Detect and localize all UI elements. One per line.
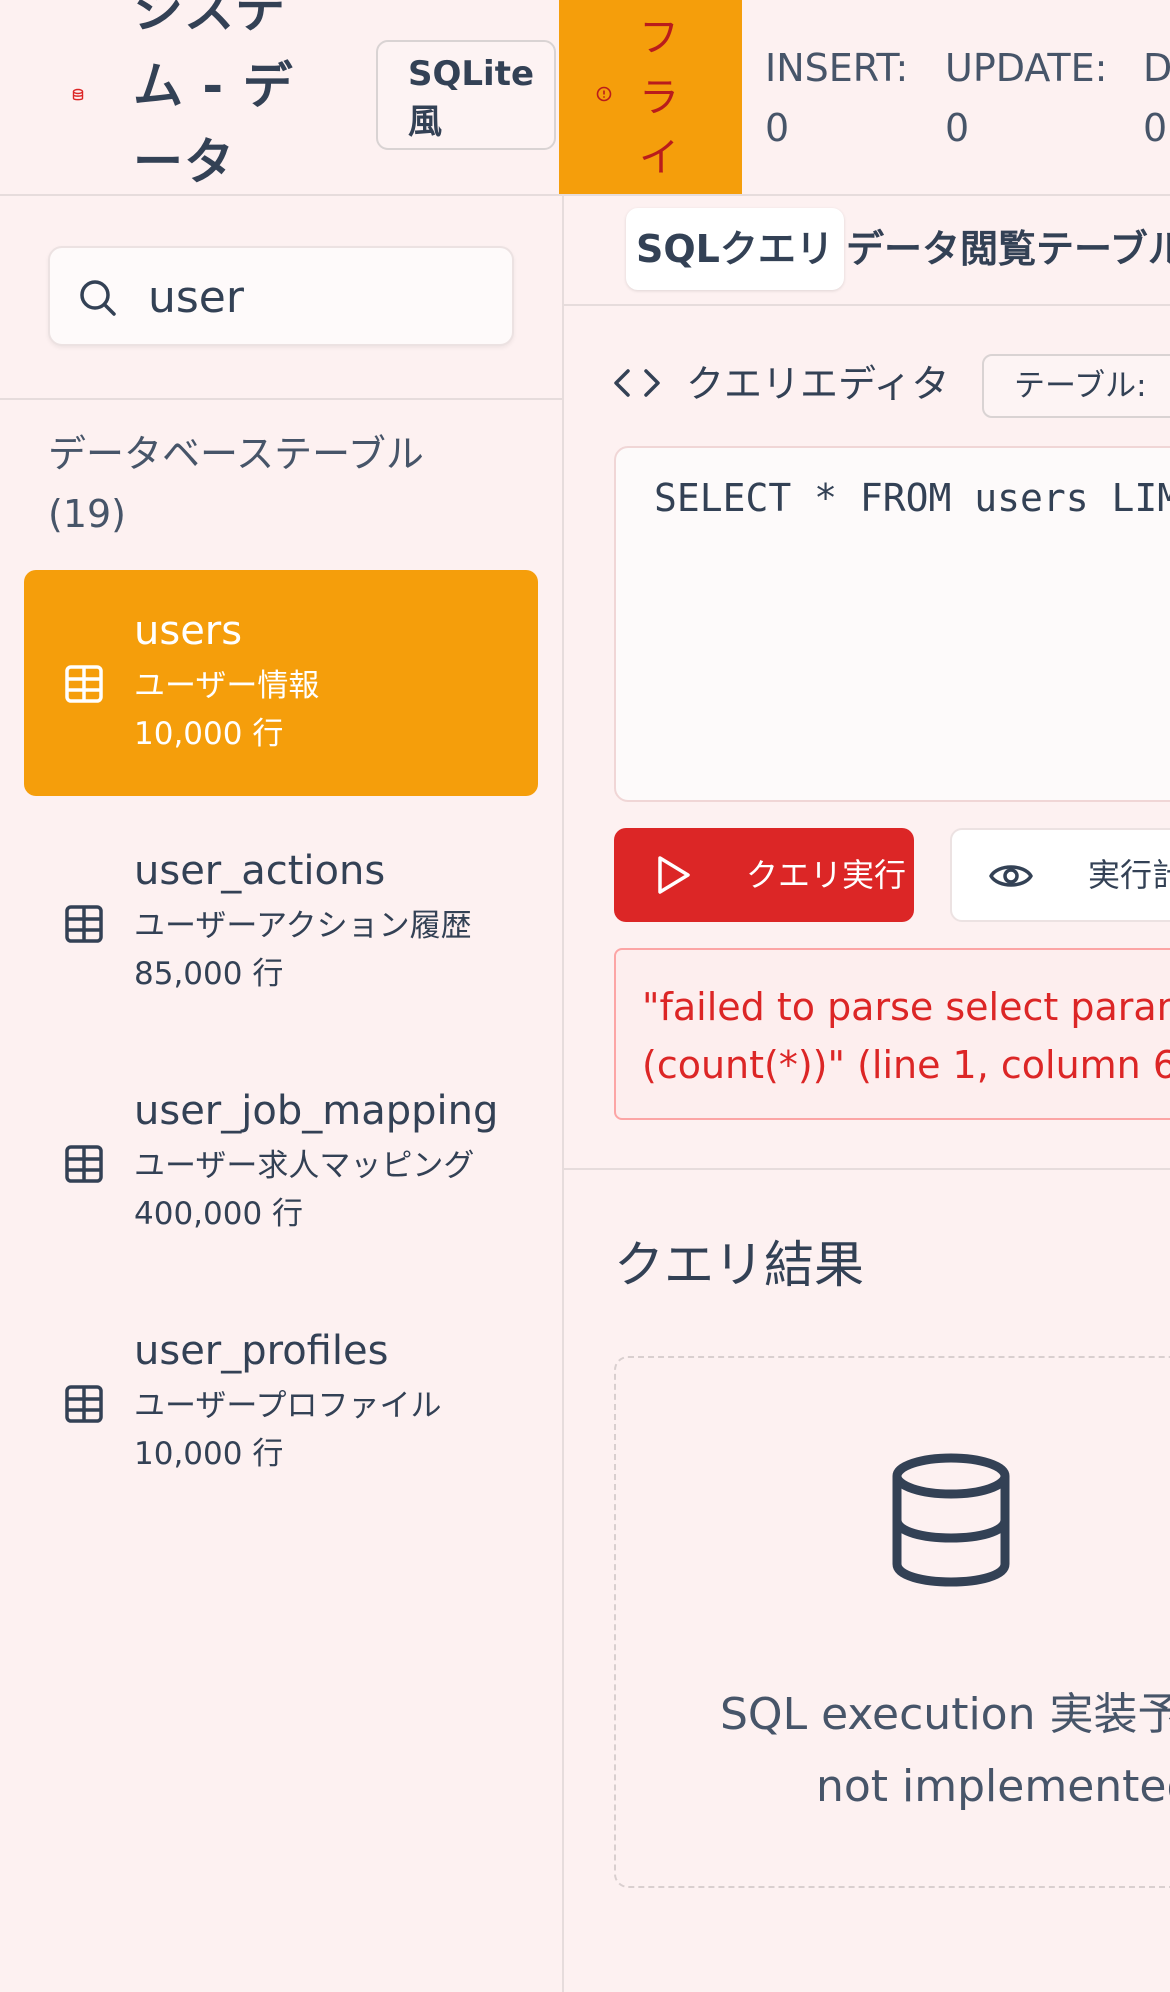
alert-circle-icon (596, 86, 612, 102)
mode-badge: SQLite風 (376, 40, 556, 150)
explain-label: 実行計画 (1088, 856, 1170, 894)
table-search[interactable] (48, 246, 514, 346)
table-description: ユーザー情報 (134, 668, 320, 704)
table-item-user-profiles[interactable]: user_profiles ユーザープロファイル 10,000 行 (24, 1290, 538, 1516)
table-item-user-job-mapping[interactable]: user_job_mapping ユーザー求人マッピング 400,000 行 (24, 1050, 538, 1276)
main-panel: SQLクエリ データ閲覧テーブル クエリエディタ テーブル: SELECT * … (564, 196, 1170, 1992)
tab-data-browse[interactable]: データ閲覧テーブル (846, 208, 1170, 290)
sidebar: データベーステーブル (19) users ユーザー情報 10,000 行 us… (0, 196, 564, 1992)
table-item-user-actions[interactable]: user_actions ユーザーアクション履歴 85,000 行 (24, 810, 538, 1036)
tables-heading: データベーステーブル (19) (48, 432, 424, 536)
play-icon (658, 856, 690, 894)
query-editor[interactable]: SELECT * FROM users LIMIT 10 (614, 446, 1170, 802)
table-icon (65, 1385, 103, 1423)
table-description: ユーザープロファイル (134, 1388, 442, 1424)
search-input[interactable] (148, 262, 488, 332)
update-value: 0 (945, 106, 970, 150)
query-editor-title: クエリエディタ (686, 362, 950, 406)
insert-count: INSERT: 0 (765, 38, 908, 158)
run-query-label: クエリ実行 (746, 856, 907, 894)
results-empty-subtext: not implemented (816, 1761, 1170, 1812)
eye-icon (989, 865, 1033, 887)
table-name: users (134, 608, 243, 654)
error-message: "failed to parse select parameters (coun… (614, 948, 1170, 1120)
table-select[interactable]: テーブル: (982, 354, 1170, 418)
app-header: システム - データ SQLite風 フライ INSERT: 0 UPDATE:… (0, 0, 1170, 196)
table-item-users[interactable]: users ユーザー情報 10,000 行 (24, 570, 538, 796)
database-icon (892, 1453, 1010, 1587)
dry-run-toggle[interactable]: フライ (559, 0, 742, 194)
results-empty-text: SQL execution 実装予定 (720, 1689, 1170, 1740)
table-name: user_actions (134, 848, 386, 894)
table-row-count: 10,000 行 (134, 716, 284, 752)
table-icon (65, 1145, 103, 1183)
sidebar-divider (0, 398, 562, 400)
table-row-count: 400,000 行 (134, 1196, 304, 1232)
delete-label: D (1143, 46, 1170, 90)
table-row-count: 85,000 行 (134, 956, 284, 992)
search-icon (80, 280, 116, 316)
delete-value: 0 (1143, 106, 1168, 150)
table-name: user_job_mapping (134, 1088, 499, 1134)
table-icon (65, 905, 103, 943)
delete-count: D 0 (1143, 38, 1170, 158)
tab-sql-query[interactable]: SQLクエリ (626, 208, 844, 290)
table-description: ユーザーアクション履歴 (134, 908, 472, 944)
database-icon (72, 88, 84, 101)
dry-run-label: フライ (639, 15, 679, 181)
update-label: UPDATE: (945, 46, 1108, 90)
insert-value: 0 (765, 106, 790, 150)
table-row-count: 10,000 行 (134, 1436, 284, 1472)
table-description: ユーザー求人マッピング (134, 1148, 475, 1184)
table-name: user_profiles (134, 1328, 389, 1374)
tab-bar: SQLクエリ データ閲覧テーブル (564, 196, 1170, 306)
run-query-button[interactable]: クエリ実行 (614, 828, 914, 922)
code-icon (614, 369, 660, 397)
main-divider (564, 1168, 1170, 1170)
app-title: システム - データ (133, 0, 294, 191)
update-count: UPDATE: 0 (945, 38, 1107, 158)
insert-label: INSERT: (765, 46, 909, 90)
results-title: クエリ結果 (614, 1236, 864, 1294)
explain-button[interactable]: 実行計画 (950, 828, 1170, 922)
table-icon (65, 665, 103, 703)
